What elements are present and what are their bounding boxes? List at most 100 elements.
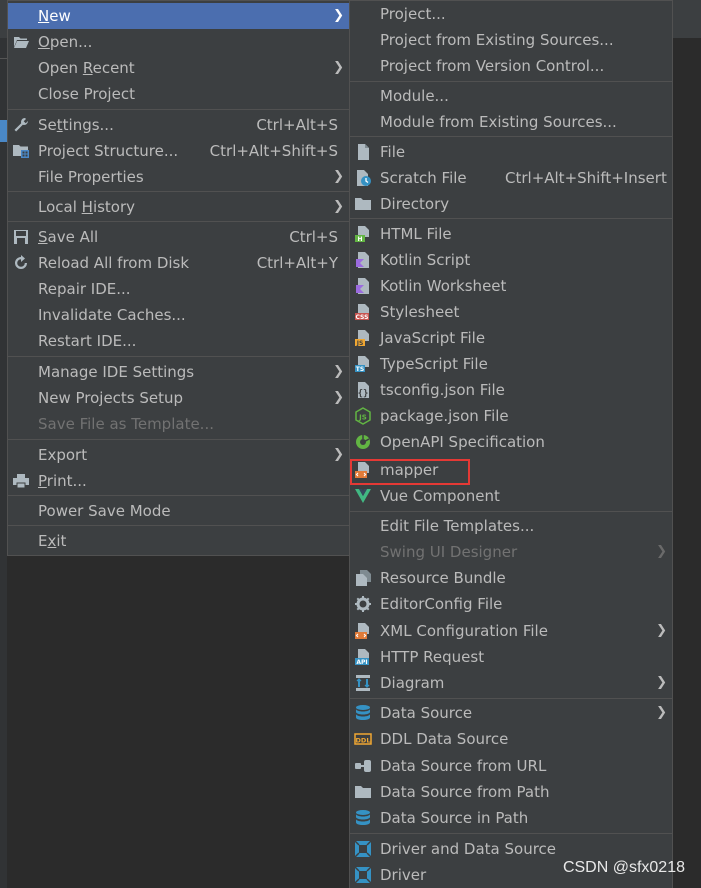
submenu-item-vue-component[interactable]: Vue Component (350, 483, 672, 509)
menu-item-settings[interactable]: Settings... Ctrl+Alt+S (8, 112, 349, 138)
submenu-item-scratch-file[interactable]: Scratch File Ctrl+Alt+Shift+Insert (350, 165, 672, 191)
menu-item-label: Save File as Template... (38, 415, 214, 433)
menu-separator (350, 833, 672, 834)
menu-item-open[interactable]: Open... (8, 29, 349, 55)
submenu-item-data-source-in-path[interactable]: Data Source in Path (350, 805, 672, 831)
reload-icon (12, 254, 30, 272)
submenu-item-project-existing[interactable]: Project from Existing Sources... (350, 27, 672, 53)
submenu-item-mapper[interactable]: mapper (350, 457, 672, 483)
menu-item-label: Project... (380, 5, 446, 23)
menu-item-new-projects-setup[interactable]: New Projects Setup ❯ (8, 385, 349, 411)
menu-item-label: Module from Existing Sources... (380, 113, 617, 131)
save-icon (12, 228, 30, 246)
submenu-item-html-file[interactable]: H HTML File (350, 221, 672, 247)
menu-item-power-save-mode[interactable]: Power Save Mode (8, 498, 349, 524)
menu-item-label: Project from Version Control... (380, 57, 605, 75)
menu-item-restart-ide[interactable]: Restart IDE... (8, 328, 349, 354)
menu-item-file-properties[interactable]: File Properties ❯ (8, 164, 349, 190)
menu-item-label: Data Source in Path (380, 809, 529, 827)
api-icon: API (354, 648, 372, 666)
folder-datasource-icon (354, 783, 372, 801)
submenu-item-editorconfig[interactable]: EditorConfig File (350, 591, 672, 617)
menu-item-label: Kotlin Script (380, 251, 471, 269)
xml-template-icon (354, 461, 372, 479)
resource-bundle-icon (354, 569, 372, 587)
menu-item-label: File (380, 143, 406, 161)
database-icon (354, 704, 372, 722)
submenu-item-diagram[interactable]: Diagram ❯ (350, 670, 672, 696)
menu-item-manage-ide-settings[interactable]: Manage IDE Settings ❯ (8, 359, 349, 385)
submenu-item-module[interactable]: Module... (350, 83, 672, 109)
menu-separator (350, 136, 672, 137)
submenu-item-project-vcs[interactable]: Project from Version Control... (350, 53, 672, 79)
menu-item-shortcut: Ctrl+Alt+S (256, 116, 338, 134)
vue-icon (354, 487, 372, 505)
menu-item-label: Scratch File (380, 169, 467, 187)
database-path-icon (354, 809, 372, 827)
printer-icon (12, 472, 30, 490)
menu-item-label: File Properties (38, 168, 144, 186)
submenu-item-xml-config[interactable]: XML Configuration File ❯ (350, 618, 672, 644)
submenu-item-project[interactable]: Project... (350, 1, 672, 27)
menu-item-project-structure[interactable]: Project Structure... Ctrl+Alt+Shift+S (8, 138, 349, 164)
svg-text:TS: TS (356, 366, 364, 373)
menu-item-label: Diagram (380, 674, 445, 692)
menu-item-local-history[interactable]: Local History ❯ (8, 194, 349, 220)
tool-window-strip (0, 38, 7, 888)
submenu-item-file[interactable]: File (350, 139, 672, 165)
diagram-icon (354, 674, 372, 692)
submenu-item-resource-bundle[interactable]: Resource Bundle (350, 565, 672, 591)
menu-item-exit[interactable]: Exit (8, 528, 349, 554)
submenu-arrow-icon: ❯ (333, 8, 344, 23)
tool-window-tab[interactable] (0, 120, 7, 142)
menu-item-label: Data Source from URL (380, 757, 547, 775)
new-submenu: Project... Project from Existing Sources… (349, 0, 673, 888)
menu-item-open-recent[interactable]: Open Recent ❯ (8, 55, 349, 81)
menu-item-label: OpenAPI Specification (380, 433, 545, 451)
menu-item-export[interactable]: Export ❯ (8, 442, 349, 468)
menu-item-close-project[interactable]: Close Project (8, 81, 349, 107)
menu-item-label: Stylesheet (380, 303, 460, 321)
submenu-item-data-source-path[interactable]: Data Source from Path (350, 779, 672, 805)
submenu-item-data-source[interactable]: Data Source ❯ (350, 700, 672, 726)
menu-item-repair-ide[interactable]: Repair IDE... (8, 276, 349, 302)
submenu-item-openapi[interactable]: OpenAPI Specification (350, 429, 672, 455)
submenu-item-javascript-file[interactable]: JS JavaScript File (350, 325, 672, 351)
submenu-item-kotlin-script[interactable]: Kotlin Script (350, 247, 672, 273)
submenu-item-typescript-file[interactable]: TS TypeScript File (350, 351, 672, 377)
kotlin-worksheet-icon (354, 277, 372, 295)
submenu-arrow-icon: ❯ (333, 447, 344, 462)
menu-item-label: Local History (38, 198, 136, 216)
submenu-item-module-existing[interactable]: Module from Existing Sources... (350, 109, 672, 135)
strip-divider (0, 58, 7, 59)
submenu-item-data-source-url[interactable]: Data Source from URL (350, 753, 672, 779)
menu-item-invalidate-caches[interactable]: Invalidate Caches... (8, 302, 349, 328)
menu-item-label: Save All (38, 228, 99, 246)
menu-item-shortcut: Ctrl+S (289, 228, 338, 246)
driver-datasource-icon (354, 840, 372, 858)
menu-item-label: Open Recent (38, 59, 135, 77)
svg-text:{}: {} (358, 389, 369, 399)
submenu-item-swing-designer: Swing UI Designer ❯ (350, 539, 672, 565)
submenu-item-tsconfig-file[interactable]: {} tsconfig.json File (350, 377, 672, 403)
editorconfig-icon (354, 595, 372, 613)
submenu-item-package-json[interactable]: JS package.json File (350, 403, 672, 429)
menu-item-print[interactable]: Print... (8, 468, 349, 494)
submenu-item-edit-templates[interactable]: Edit File Templates... (350, 513, 672, 539)
menu-item-label: Close Project (38, 85, 135, 103)
folder-open-icon (12, 33, 30, 51)
submenu-arrow-icon: ❯ (333, 60, 344, 75)
openapi-icon (354, 433, 372, 451)
submenu-item-stylesheet[interactable]: CSS Stylesheet (350, 299, 672, 325)
menu-item-save-all[interactable]: Save All Ctrl+S (8, 224, 349, 250)
menu-item-reload-all[interactable]: Reload All from Disk Ctrl+Alt+Y (8, 250, 349, 276)
menu-item-new[interactable]: New ❯ (8, 3, 349, 29)
url-datasource-icon (354, 757, 372, 775)
menu-item-label: HTML File (380, 225, 452, 243)
submenu-item-http-request[interactable]: API HTTP Request (350, 644, 672, 670)
menu-item-label: Resource Bundle (380, 569, 506, 587)
submenu-item-directory[interactable]: Directory (350, 191, 672, 217)
js-file-icon: JS (354, 329, 372, 347)
submenu-item-kotlin-worksheet[interactable]: Kotlin Worksheet (350, 273, 672, 299)
submenu-item-ddl-data-source[interactable]: DDL DDL Data Source (350, 726, 672, 752)
